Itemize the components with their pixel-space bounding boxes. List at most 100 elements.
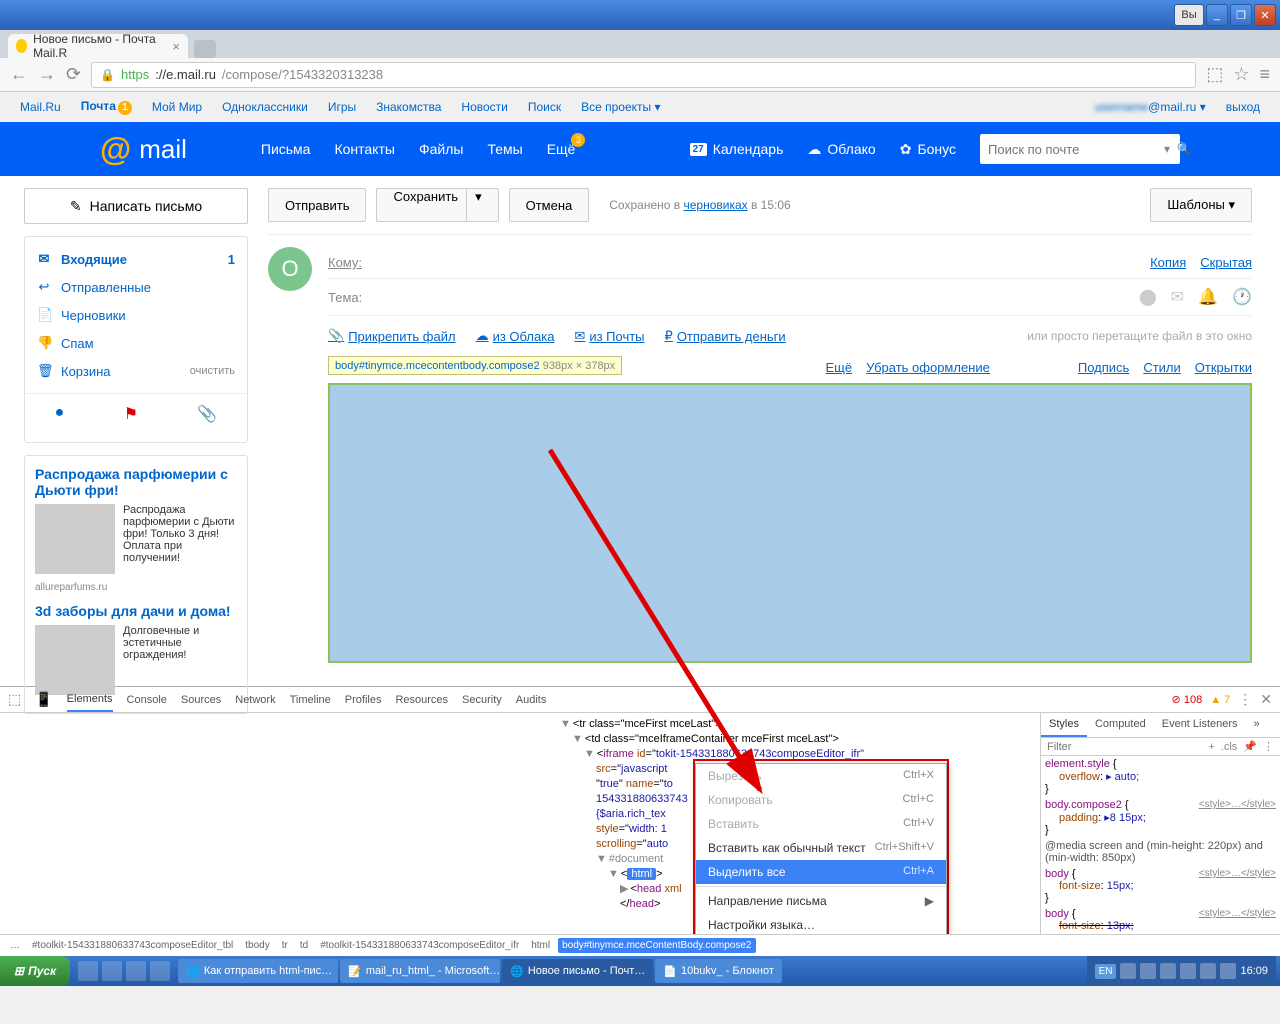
calendar-link[interactable]: 27Календарь: [690, 141, 784, 157]
task-item[interactable]: 📝 mail_ru_html_ - Microsoft…: [340, 959, 500, 983]
tray-icon[interactable]: [1180, 963, 1196, 979]
error-count[interactable]: ⊘ 108: [1172, 693, 1203, 706]
nav-mymir[interactable]: Мой Мир: [152, 100, 202, 114]
url-input[interactable]: 🔒 https://e.mail.ru/compose/?15433203132…: [91, 62, 1196, 88]
priority-icon[interactable]: ⬤: [1139, 287, 1157, 307]
maximize-button[interactable]: ❐: [1230, 4, 1252, 26]
ql-icon[interactable]: [150, 961, 170, 981]
search-input[interactable]: [988, 142, 1164, 157]
ctx-lang[interactable]: Настройки языка…: [696, 913, 946, 934]
tab-resources[interactable]: Resources: [395, 689, 448, 711]
task-item[interactable]: 📄 10bukv_ - Блокнот: [655, 959, 782, 983]
save-button[interactable]: Сохранить▾: [376, 188, 498, 222]
tab-profiles[interactable]: Profiles: [345, 689, 382, 711]
ad-title[interactable]: 3d заборы для дачи и дома!: [35, 603, 237, 619]
tab-network[interactable]: Network: [235, 689, 275, 711]
receipt-icon[interactable]: ✉: [1171, 287, 1184, 307]
ctx-direction[interactable]: Направление письма▶: [696, 889, 946, 913]
cc-link[interactable]: Копия: [1150, 255, 1186, 270]
reload-button[interactable]: ⟳: [66, 64, 81, 85]
close-tab-icon[interactable]: ×: [172, 39, 180, 54]
cancel-button[interactable]: Отмена: [509, 188, 590, 222]
ed-cards[interactable]: Открытки: [1195, 360, 1252, 375]
ql-icon[interactable]: [126, 961, 146, 981]
nav-dating[interactable]: Знакомства: [376, 100, 441, 114]
computed-tab[interactable]: Computed: [1087, 713, 1154, 737]
start-button[interactable]: ⊞ Пуск: [0, 956, 70, 986]
tray-lang[interactable]: EN: [1095, 964, 1117, 979]
ed-sign[interactable]: Подпись: [1078, 360, 1129, 375]
ctx-paste-plain[interactable]: Вставить как обычный текстCtrl+Shift+V: [696, 836, 946, 860]
nav-mail[interactable]: Почта1: [81, 99, 132, 115]
styles-tab[interactable]: Styles: [1041, 713, 1087, 737]
pin-icon[interactable]: 📌: [1243, 740, 1257, 753]
clip-icon[interactable]: 📎: [197, 404, 217, 424]
nav-news[interactable]: Новости: [461, 100, 507, 114]
ctx-select-all[interactable]: Выделить всеCtrl+A: [696, 860, 946, 884]
nav-all[interactable]: Все проекты ▾: [581, 100, 660, 114]
tray-icon[interactable]: [1220, 963, 1236, 979]
nav-contacts[interactable]: Контакты: [334, 141, 394, 157]
nav-more[interactable]: Ещё3: [547, 141, 576, 157]
schedule-icon[interactable]: 🕐: [1232, 287, 1252, 307]
dropdown-icon[interactable]: ▾: [1164, 142, 1170, 156]
ed-styles[interactable]: Стили: [1143, 360, 1180, 375]
cls-button[interactable]: .cls: [1221, 741, 1238, 753]
add-rule-button[interactable]: +: [1208, 741, 1214, 753]
tray-icon[interactable]: [1120, 963, 1136, 979]
minimize-button[interactable]: _: [1206, 4, 1228, 26]
attach-file[interactable]: 📎 Прикрепить файл: [328, 328, 456, 344]
ad-title[interactable]: Распродажа парфюмерии с Дьюти фри!: [35, 466, 237, 498]
ql-icon[interactable]: [102, 961, 122, 981]
inspect-icon[interactable]: ⬚: [8, 691, 21, 708]
nav-games[interactable]: Игры: [328, 100, 356, 114]
task-item[interactable]: 🌐 Новое письмо - Почт…: [502, 959, 653, 983]
ql-icon[interactable]: [78, 961, 98, 981]
folder-sent[interactable]: ↩Отправленные: [25, 273, 247, 301]
filter-input[interactable]: [1047, 741, 1202, 753]
lang-indicator[interactable]: Вы: [1174, 4, 1204, 26]
tab-audits[interactable]: Audits: [516, 689, 547, 711]
send-button[interactable]: Отправить: [268, 188, 366, 222]
tray-icon[interactable]: [1140, 963, 1156, 979]
back-button[interactable]: ←: [10, 64, 28, 85]
cloud-link[interactable]: ☁ Облако: [807, 141, 875, 158]
device-icon[interactable]: 📱: [35, 691, 52, 708]
send-money[interactable]: ₽ Отправить деньги: [665, 328, 786, 344]
ad-thumb[interactable]: [35, 625, 115, 695]
attach-mail[interactable]: ✉ из Почты: [574, 328, 644, 344]
close-button[interactable]: ✕: [1254, 4, 1276, 26]
dom-tree[interactable]: ▼<tr class="mceFirst mceLast"> ▼<td clas…: [0, 713, 1040, 934]
browser-tab[interactable]: Новое письмо - Почта Mail.R ×: [8, 34, 188, 58]
forward-button[interactable]: →: [38, 64, 56, 85]
folder-inbox[interactable]: ✉Входящие1: [25, 245, 247, 273]
new-tab-button[interactable]: [194, 40, 216, 58]
flag-icon[interactable]: ⚑: [124, 404, 138, 424]
folder-drafts[interactable]: 📄Черновики: [25, 301, 247, 329]
tab-console[interactable]: Console: [127, 689, 167, 711]
ed-more[interactable]: Ещё: [826, 360, 853, 375]
templates-button[interactable]: Шаблоны ▾: [1150, 188, 1252, 222]
nav-ok[interactable]: Одноклассники: [222, 100, 308, 114]
dot-icon[interactable]: ●: [55, 404, 65, 424]
tab-security[interactable]: Security: [462, 689, 502, 711]
mail-logo[interactable]: @mail: [100, 131, 187, 168]
editor-body[interactable]: [328, 383, 1252, 663]
nav-letters[interactable]: Письма: [261, 141, 311, 157]
task-item[interactable]: 🌐 Как отправить html-пис…: [178, 959, 338, 983]
bookmark-button[interactable]: ⬚: [1206, 64, 1223, 85]
clock[interactable]: 16:09: [1240, 965, 1268, 977]
nav-search[interactable]: Поиск: [528, 100, 561, 114]
listeners-tab[interactable]: Event Listeners: [1154, 713, 1246, 737]
attach-cloud[interactable]: ☁ из Облака: [476, 328, 555, 344]
ad-thumb[interactable]: [35, 504, 115, 574]
dt-close-icon[interactable]: ✕: [1260, 691, 1272, 708]
nav-mailru[interactable]: Mail.Ru: [20, 100, 61, 114]
folder-trash[interactable]: 🗑Корзинаочистить: [25, 357, 247, 385]
nav-files[interactable]: Файлы: [419, 141, 463, 157]
search-icon[interactable]: 🔍: [1177, 142, 1192, 156]
tab-sources[interactable]: Sources: [181, 689, 221, 711]
ed-clear[interactable]: Убрать оформление: [866, 360, 990, 375]
star-button[interactable]: ☆: [1233, 64, 1249, 85]
dt-menu-icon[interactable]: ⋮: [1238, 691, 1252, 708]
